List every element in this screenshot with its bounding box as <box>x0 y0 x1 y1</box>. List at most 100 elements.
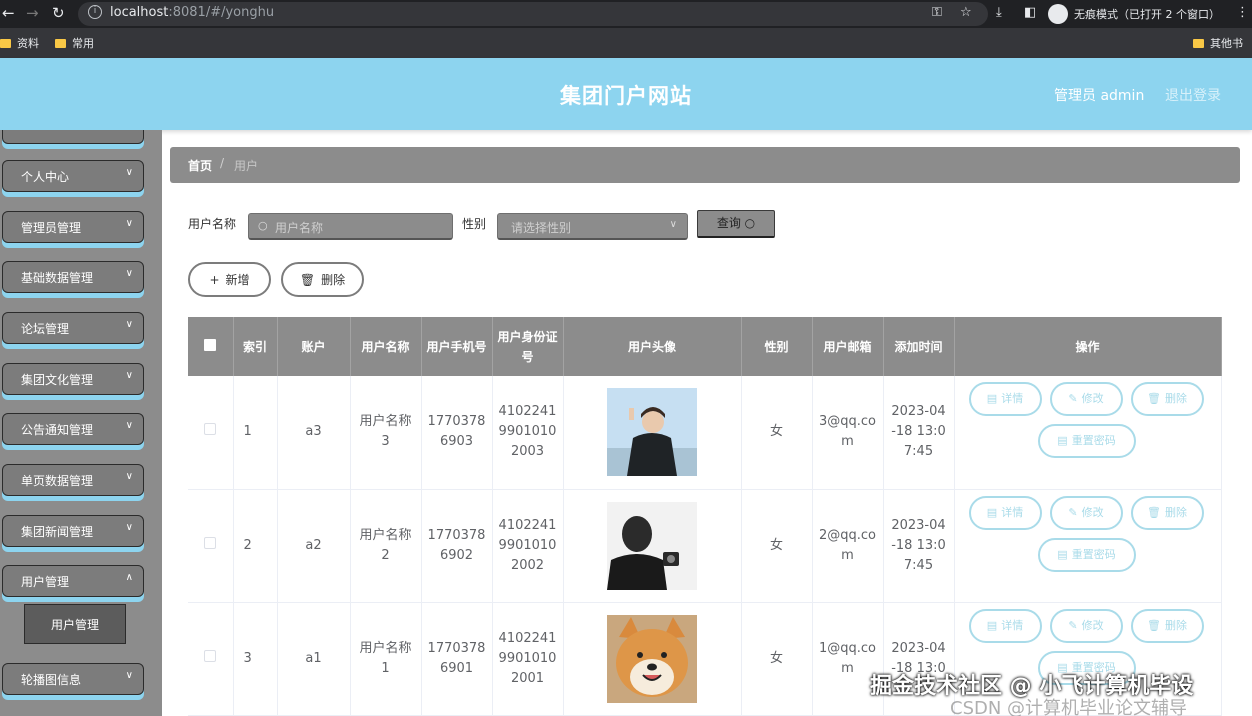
detail-button[interactable]: ▤ 详情 <box>968 495 1042 530</box>
chevron-down-icon: ∨ <box>125 268 133 279</box>
breadcrumb-home[interactable]: 首页 <box>188 157 212 174</box>
row-checkbox[interactable] <box>204 536 217 549</box>
sidebar-item-label: 基础数据管理 <box>21 271 94 285</box>
batch-delete-button[interactable]: 🗑 删除 <box>281 262 364 297</box>
breadcrumb-current: 用户 <box>234 159 259 173</box>
edit-button[interactable]: ✎ 修改 <box>1049 495 1123 530</box>
bookmarks-bar: 资料 常用 其他书 <box>0 28 1252 58</box>
col-header: 用户手机号 <box>421 317 493 376</box>
delete-button[interactable]: 🗑 删除 <box>1130 382 1204 417</box>
sidebar-item-news[interactable]: 集团新闻管理 ∨ <box>2 515 144 547</box>
query-button[interactable]: 查询 ○ <box>697 210 775 238</box>
avatar-image-monochrome-man[interactable] <box>607 501 697 590</box>
document-icon: ▤ <box>1057 434 1068 448</box>
sidebar-item-label: 集团文化管理 <box>21 373 94 387</box>
back-icon[interactable]: ← <box>2 4 15 22</box>
admin-label: 管理员 admin <box>1054 88 1145 104</box>
bookmark-folder-1[interactable]: 资料 <box>0 35 39 51</box>
sidebar-item-notices[interactable]: 公告通知管理 ∨ <box>2 413 144 445</box>
filter-name-label: 用户名称 <box>188 217 237 231</box>
bookmark-folder-other[interactable]: 其他书 <box>1193 35 1243 51</box>
col-header: 用户邮箱 <box>812 317 884 376</box>
table-row: 1 a3 用户名称3 17703786903 41022419901010200… <box>188 376 1222 490</box>
sidebar-item-admin-management[interactable]: 管理员管理 ∨ <box>2 211 144 243</box>
cell-id-card: 410224199010102001 <box>492 602 564 716</box>
select-all-cell[interactable] <box>188 317 234 376</box>
edit-button[interactable]: ✎ 修改 <box>1049 382 1123 417</box>
incognito-indicator[interactable]: 无痕模式（已打开 2 个窗口） <box>1048 3 1220 25</box>
site-info-icon[interactable]: i <box>88 5 102 19</box>
sidebar-item-forum[interactable]: 论坛管理 ∨ <box>2 312 144 344</box>
reset-password-label: 重置密码 <box>1071 547 1116 561</box>
download-icon[interactable]: ⤓ <box>996 5 1002 20</box>
sidebar-item-label: 公告通知管理 <box>21 423 94 437</box>
row-select-cell[interactable] <box>188 489 234 603</box>
forward-icon[interactable]: → <box>26 4 39 22</box>
row-checkbox[interactable] <box>204 649 217 662</box>
search-name-input[interactable]: ○ 用户名称 <box>248 213 453 240</box>
cell-index: 3 <box>233 602 278 716</box>
cell-email: 2@qq.com <box>812 489 884 603</box>
document-icon: ▤ <box>986 618 998 632</box>
delete-button[interactable]: 🗑 删除 <box>1130 495 1204 530</box>
sidebar-item-personal-center[interactable]: 个人中心 ∨ <box>2 160 144 192</box>
plus-icon: + <box>209 272 220 287</box>
filter-gender-label: 性别 <box>462 217 487 231</box>
detail-button[interactable]: ▤ 详情 <box>968 608 1042 643</box>
chevron-down-icon: ∨ <box>125 420 133 431</box>
col-header: 索引 <box>233 317 278 376</box>
reload-icon[interactable]: ↻ <box>52 4 65 22</box>
cell-avatar <box>563 602 742 716</box>
reset-password-button[interactable]: ▤ 重置密码 <box>1037 537 1136 572</box>
reset-password-label: 重置密码 <box>1071 434 1116 448</box>
delete-button-label: 删除 <box>1164 618 1187 632</box>
sidebar-item-single-page[interactable]: 单页数据管理 ∨ <box>2 464 144 496</box>
select-all-checkbox[interactable] <box>204 338 217 351</box>
trash-icon: 🗑 <box>1147 392 1161 406</box>
address-bar[interactable]: i localhost:8081/#/yonghu <box>78 2 988 26</box>
cell-phone: 17703786902 <box>421 489 493 603</box>
edit-button-label: 修改 <box>1081 618 1104 632</box>
cell-account: a3 <box>277 376 351 490</box>
cell-actions: ▤ 详情 ✎ 修改 🗑 删除 ▤ 重置密码 <box>954 489 1222 603</box>
more-menu-icon[interactable]: ⋮ <box>1236 5 1249 20</box>
star-icon[interactable]: ☆ <box>960 5 972 20</box>
sidebar-item-carousel[interactable]: 轮播图信息 ∨ <box>2 663 144 695</box>
chevron-down-icon: ∨ <box>669 219 677 230</box>
gender-select[interactable]: 请选择性别 ∨ <box>497 213 688 240</box>
delete-button-label: 删除 <box>1164 505 1187 519</box>
gender-select-placeholder: 请选择性别 <box>511 221 572 235</box>
search-name-placeholder: 用户名称 <box>275 221 324 235</box>
trash-icon: 🗑 <box>299 272 316 287</box>
sidebar-item-culture[interactable]: 集团文化管理 ∨ <box>2 363 144 395</box>
col-header: 添加时间 <box>883 317 955 376</box>
sidebar-item-partial[interactable] <box>2 130 144 144</box>
sidebar-subitem-users-active[interactable]: 用户管理 <box>24 604 126 644</box>
add-button[interactable]: + 新增 <box>188 262 271 297</box>
chevron-down-icon: ∨ <box>125 471 133 482</box>
avatar-image-shiba-dog[interactable] <box>607 614 697 703</box>
bookmark-folder-2[interactable]: 常用 <box>55 35 94 51</box>
avatar-image-young-man[interactable] <box>607 388 697 477</box>
sidebar-item-users[interactable]: 用户管理 ∧ <box>2 565 144 597</box>
chevron-up-icon: ∧ <box>125 572 133 583</box>
reset-password-button[interactable]: ▤ 重置密码 <box>1037 424 1136 459</box>
detail-button-label: 详情 <box>1001 618 1024 632</box>
row-select-cell[interactable] <box>188 376 234 490</box>
edit-button[interactable]: ✎ 修改 <box>1049 608 1123 643</box>
sidepanel-icon[interactable]: ◧ <box>1024 5 1036 20</box>
row-select-cell[interactable] <box>188 602 234 716</box>
row-checkbox[interactable] <box>204 423 217 436</box>
sidebar-item-basic-data[interactable]: 基础数据管理 ∨ <box>2 261 144 293</box>
key-icon[interactable]: ⚿ <box>932 5 942 20</box>
bookmark-label: 常用 <box>72 37 94 50</box>
detail-button[interactable]: ▤ 详情 <box>968 382 1042 417</box>
chevron-down-icon: ∨ <box>125 670 133 681</box>
sidebar-item-label: 单页数据管理 <box>21 474 94 488</box>
col-header: 用户身份证号 <box>492 317 564 376</box>
edit-button-label: 修改 <box>1081 505 1104 519</box>
cell-name: 用户名称2 <box>350 489 422 603</box>
delete-button[interactable]: 🗑 删除 <box>1130 608 1204 643</box>
search-icon: ○ <box>258 219 268 232</box>
logout-link[interactable]: 退出登录 <box>1165 85 1221 105</box>
